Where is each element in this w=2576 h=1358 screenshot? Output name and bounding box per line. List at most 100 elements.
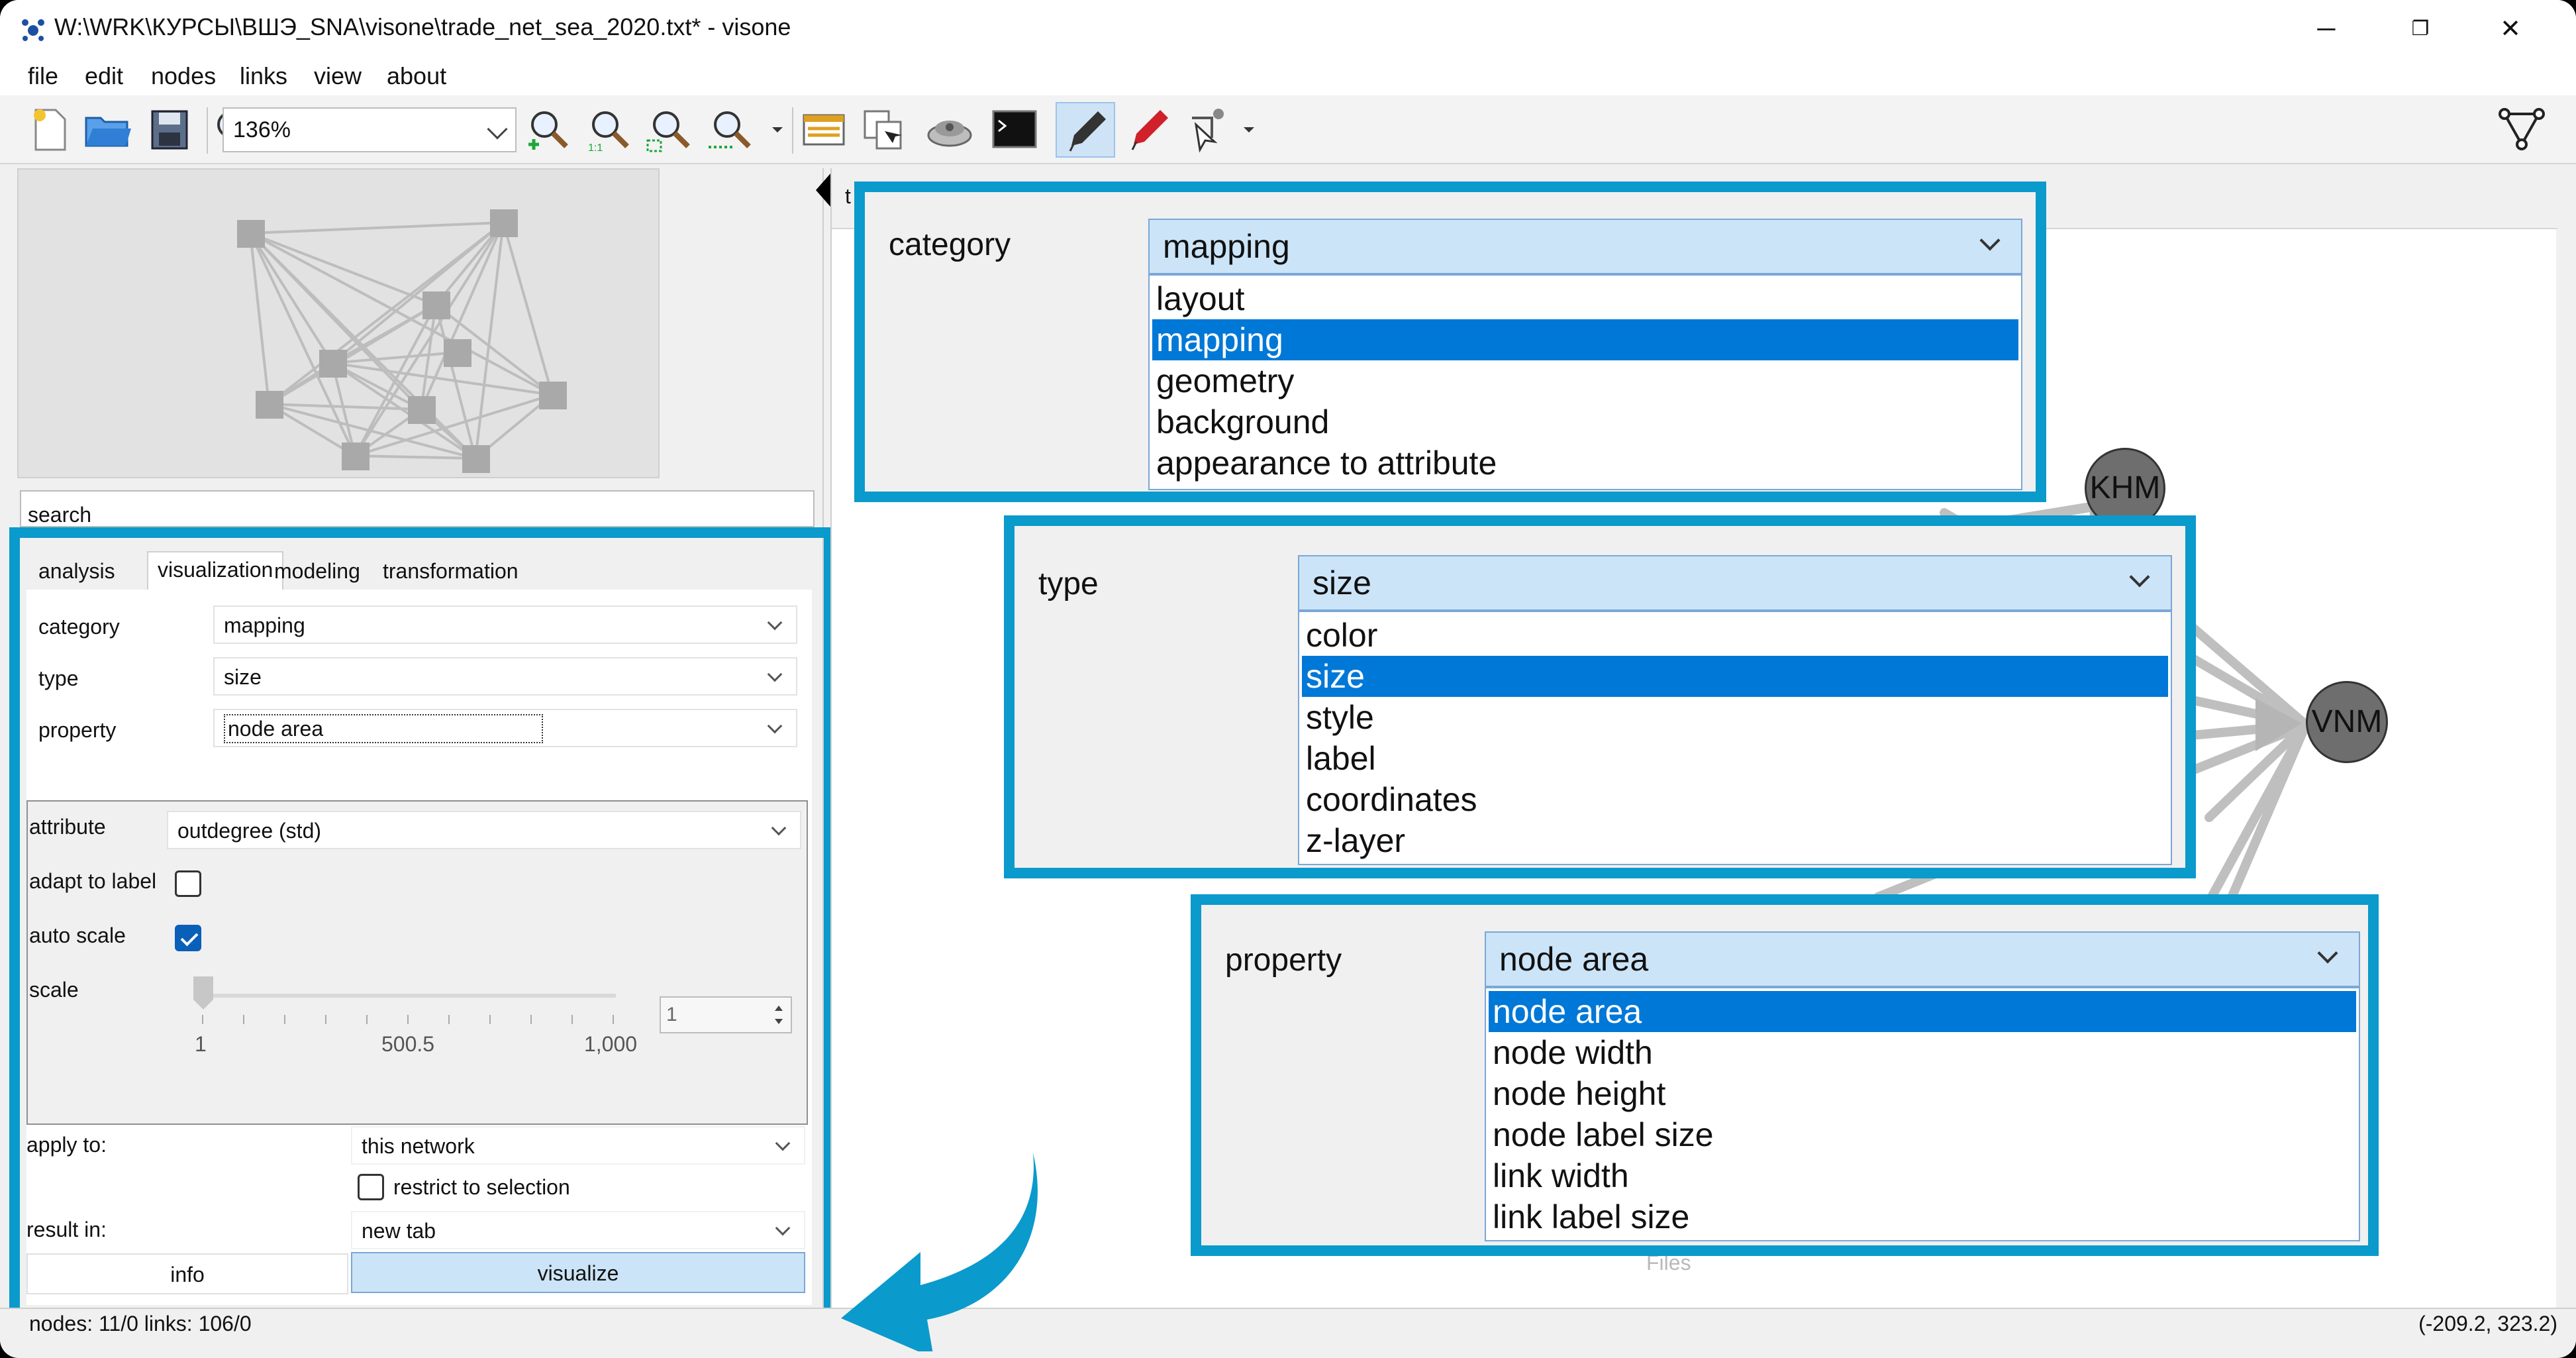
menu-view[interactable]: view xyxy=(314,62,362,90)
status-bar: nodes: 11/0 links: 106/0 (-209.2, 323.2) xyxy=(0,1308,2576,1346)
network-graph-icon[interactable] xyxy=(2497,105,2547,155)
save-icon[interactable] xyxy=(144,105,195,155)
new-file-icon[interactable] xyxy=(25,105,75,155)
chevron-down-icon[interactable] xyxy=(769,123,785,136)
window-title: W:\WRK\КУРСЫ\ВШЭ_SNA\visone\trade_net_se… xyxy=(54,13,791,40)
restrict-to-selection-checkbox[interactable] xyxy=(358,1174,384,1200)
tab-transformation[interactable]: transformation xyxy=(383,559,519,584)
zoom-level-select[interactable]: 136% xyxy=(223,107,517,152)
spin-arrows-icon[interactable] xyxy=(771,1000,787,1029)
category-option-appearance-to-attribute[interactable]: appearance to attribute xyxy=(1152,443,2018,484)
property-select[interactable]: node area xyxy=(213,709,797,747)
zoom-selection-icon[interactable] xyxy=(706,105,756,155)
scale-spinbox-value: 1 xyxy=(666,1004,677,1025)
type-label: type xyxy=(38,666,79,690)
attribute-value: outdegree (std) xyxy=(177,819,322,843)
category-option-background[interactable]: background xyxy=(1152,401,2018,443)
menu-nodes[interactable]: nodes xyxy=(151,62,216,90)
adapt-to-label-checkbox[interactable] xyxy=(175,870,201,897)
property-value: node area xyxy=(224,714,544,743)
chevron-down-icon xyxy=(767,615,783,631)
scale-tick-mid: 500.5 xyxy=(381,1032,435,1056)
visone-logo-icon xyxy=(22,19,44,41)
type-option-style[interactable]: style xyxy=(1302,697,2168,738)
copy-selection-icon[interactable] xyxy=(860,105,910,155)
info-button[interactable]: info xyxy=(26,1253,348,1294)
chevron-down-icon xyxy=(2129,566,2150,588)
type-option-coordinates[interactable]: coordinates xyxy=(1302,779,2168,820)
callout-category-select[interactable]: mapping xyxy=(1148,219,2022,274)
tab-analysis[interactable]: analysis xyxy=(38,559,115,584)
apply-to-select[interactable]: this network xyxy=(351,1126,805,1165)
zoom-level-value: 136% xyxy=(233,117,291,142)
category-option-geometry[interactable]: geometry xyxy=(1152,360,2018,401)
close-button[interactable]: ✕ xyxy=(2474,11,2547,48)
scale-spinbox[interactable]: 1 xyxy=(660,996,792,1033)
result-in-select[interactable]: new tab xyxy=(351,1211,805,1249)
apply-to-value: this network xyxy=(362,1134,475,1158)
category-value: mapping xyxy=(224,613,305,637)
property-callout: property node area node area node width … xyxy=(1191,894,2379,1256)
chevron-down-icon xyxy=(2317,943,2338,964)
minimize-button[interactable]: ─ xyxy=(2290,11,2363,48)
node-pointer-icon[interactable] xyxy=(1183,105,1233,155)
svg-text:1:1: 1:1 xyxy=(588,142,603,154)
curved-arrow-icon xyxy=(841,1153,1038,1351)
tab-modeling[interactable]: modeling xyxy=(274,559,360,584)
category-option-mapping[interactable]: mapping xyxy=(1152,319,2018,360)
status-coordinates: (-209.2, 323.2) xyxy=(2418,1312,2557,1335)
property-option-node-height[interactable]: node height xyxy=(1489,1073,2356,1114)
attribute-select[interactable]: outdegree (std) xyxy=(167,811,801,849)
network-node-vnm[interactable]: VNM xyxy=(2306,681,2388,763)
app-window: W:\WRK\КУРСЫ\ВШЭ_SNA\visone\trade_net_se… xyxy=(0,0,2576,1358)
menu-edit[interactable]: edit xyxy=(85,62,123,90)
result-in-value: new tab xyxy=(362,1219,436,1243)
property-option-node-label-size[interactable]: node label size xyxy=(1489,1114,2356,1155)
type-option-size[interactable]: size xyxy=(1302,656,2168,697)
category-select[interactable]: mapping xyxy=(213,605,797,644)
property-option-node-width[interactable]: node width xyxy=(1489,1032,2356,1073)
toolbar: 136% 1:1 xyxy=(0,95,2576,164)
open-folder-icon[interactable] xyxy=(82,105,132,155)
auto-scale-checkbox[interactable] xyxy=(175,925,201,951)
menu-file[interactable]: file xyxy=(28,62,58,90)
status-counts: nodes: 11/0 links: 106/0 xyxy=(29,1312,252,1335)
console-icon[interactable] xyxy=(989,105,1040,155)
search-placeholder: search xyxy=(28,503,92,527)
menu-links[interactable]: links xyxy=(240,62,287,90)
callout-type-select[interactable]: size xyxy=(1298,555,2172,611)
property-option-link-width[interactable]: link width xyxy=(1489,1155,2356,1196)
layout-icon[interactable] xyxy=(924,105,975,155)
search-input[interactable]: search xyxy=(20,490,815,527)
property-option-node-area[interactable]: node area xyxy=(1489,991,2356,1032)
chevron-down-icon xyxy=(767,666,783,682)
chevron-down-icon xyxy=(767,718,783,734)
edit-mode-toggle[interactable] xyxy=(1056,102,1115,158)
type-option-color[interactable]: color xyxy=(1302,615,2168,656)
category-option-layout[interactable]: layout xyxy=(1152,278,2018,319)
property-option-link-label-size[interactable]: link label size xyxy=(1489,1196,2356,1237)
type-option-z-layer[interactable]: z-layer xyxy=(1302,820,2168,861)
category-label: category xyxy=(38,615,120,639)
type-select[interactable]: size xyxy=(213,657,797,696)
visualize-button[interactable]: visualize xyxy=(351,1252,805,1293)
scale-slider-handle[interactable] xyxy=(193,976,213,1010)
callout-property-select[interactable]: node area xyxy=(1485,931,2360,987)
property-label: property xyxy=(38,718,117,742)
zoom-fit-icon[interactable] xyxy=(645,105,695,155)
maximize-button[interactable]: ❐ xyxy=(2384,11,2457,48)
zoom-in-icon[interactable] xyxy=(523,105,573,155)
type-option-label[interactable]: label xyxy=(1302,738,2168,779)
attribute-manager-icon[interactable] xyxy=(799,105,849,155)
scale-slider-track[interactable] xyxy=(201,994,616,998)
red-pen-icon[interactable] xyxy=(1123,105,1173,155)
callout-property-list: node area node width node height node la… xyxy=(1485,987,2360,1241)
callout-property-label: property xyxy=(1225,943,1342,978)
tab-visualization[interactable]: visualization xyxy=(147,551,284,592)
network-overview[interactable] xyxy=(17,168,660,478)
chevron-down-icon[interactable] xyxy=(1241,123,1257,136)
restrict-to-selection-label: restrict to selection xyxy=(393,1175,570,1199)
callout-category-list: layout mapping geometry background appea… xyxy=(1148,274,2022,490)
menu-about[interactable]: about xyxy=(387,62,446,90)
zoom-actual-size-icon[interactable]: 1:1 xyxy=(584,105,634,155)
